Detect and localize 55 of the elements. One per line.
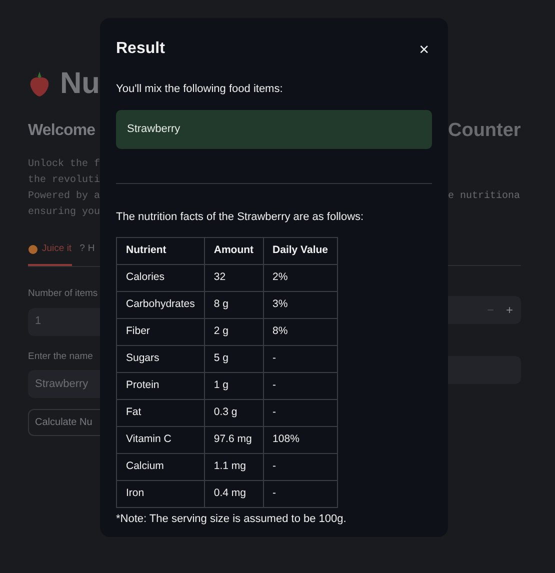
table-cell: 8% <box>263 318 338 346</box>
table-cell: Calories <box>116 264 204 292</box>
number-field[interactable]: 1 <box>28 308 100 336</box>
table-cell: Fat <box>116 400 204 426</box>
tab[interactable]: Juice it <box>28 242 72 266</box>
intro-text-line: ensuring you <box>28 206 100 220</box>
decrement-button[interactable]: − <box>486 301 494 319</box>
table-cell: - <box>263 454 338 480</box>
table-cell: Sugars <box>116 346 204 372</box>
table-cell: 108% <box>263 426 338 454</box>
fruit-icon <box>28 244 38 254</box>
intro-text-line: Unlock the f <box>28 158 100 172</box>
table-cell: 1 g <box>204 372 264 400</box>
table-cell: 1.1 mg <box>204 454 264 480</box>
serving-note: *Note: The serving size is assumed to be 100g. <box>116 512 348 527</box>
table-cell: Calcium <box>116 454 204 480</box>
facts-text: The nutrition facts of the Strawberry are as follows: <box>116 210 365 224</box>
table-cell: 32 <box>204 264 264 292</box>
column-header: Nutrient <box>116 238 204 264</box>
field-label: Number of items <box>28 287 98 302</box>
food-item-box: Strawberry <box>116 110 432 148</box>
question-icon: ? <box>80 242 85 256</box>
increment-button[interactable]: + <box>506 301 513 319</box>
column-header: Daily Value <box>263 238 338 264</box>
table-cell: Iron <box>116 480 204 508</box>
number-field[interactable]: − + <box>448 296 521 324</box>
app-title: Nu <box>60 69 100 99</box>
table-cell: 3% <box>263 292 338 318</box>
table-cell: 2 g <box>204 318 264 346</box>
tab[interactable]: ? H <box>80 242 95 266</box>
mix-text: You'll mix the following food items: <box>116 82 284 97</box>
intro-text-line: the revoluti <box>28 174 100 188</box>
text-field[interactable]: Strawberry <box>28 370 100 398</box>
column-header: Amount <box>204 238 264 264</box>
table-cell: 97.6 mg <box>204 426 264 454</box>
close-button[interactable]: × <box>419 40 432 58</box>
table-cell: - <box>263 372 338 400</box>
welcome-heading: Counter <box>448 119 521 143</box>
table-cell: 2% <box>263 264 338 292</box>
table-cell: - <box>263 346 338 372</box>
table-cell: Carbohydrates <box>116 292 204 318</box>
table-cell: 0.3 g <box>204 400 264 426</box>
table-cell: - <box>263 400 338 426</box>
table-cell: - <box>263 480 338 508</box>
field-label: Enter the name <box>28 350 93 364</box>
table-cell: Protein <box>116 372 204 400</box>
dialog-title: Result <box>116 39 165 59</box>
intro-text-line: Powered by a <box>28 190 100 204</box>
table-cell: 5 g <box>204 346 264 372</box>
table-cell: Vitamin C <box>116 426 204 454</box>
intro-text-line: e nutritiona <box>448 190 521 204</box>
welcome-heading: Welcome <box>28 121 96 141</box>
table-cell: 8 g <box>204 292 264 318</box>
table-cell: 0.4 mg <box>204 480 264 508</box>
table-cell: Fiber <box>116 318 204 346</box>
